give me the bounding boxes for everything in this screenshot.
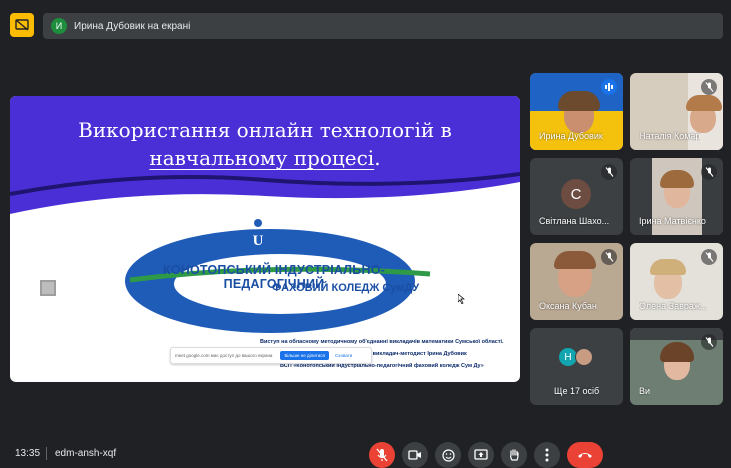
participant-avatar-photo (575, 348, 593, 366)
slide-footer-line1: Виступ на обласному методичному об'єднан… (260, 339, 504, 345)
mic-muted-indicator (701, 79, 717, 95)
mic-off-icon (705, 82, 713, 92)
participant-tile[interactable]: Оксана Кубан (530, 243, 623, 320)
stop-presenting-button[interactable] (10, 13, 34, 37)
self-view-tile[interactable]: Ви (630, 328, 723, 405)
audio-level-icon (605, 83, 613, 91)
presenting-banner: И Ирина Дубовик на екрані (43, 13, 723, 39)
slide-placeholder-square (40, 280, 56, 296)
participant-name: Оксана Кубан (539, 301, 597, 311)
participant-name: Ще 17 осіб (554, 386, 600, 396)
participant-tile[interactable]: Олена Завраж... (630, 243, 723, 320)
hide-notice-link[interactable]: Сховати (335, 353, 352, 358)
raise-hand-icon (510, 449, 519, 461)
camera-icon (408, 450, 421, 460)
present-icon (474, 449, 488, 460)
mic-muted-indicator (701, 164, 717, 180)
reactions-button[interactable] (435, 442, 461, 468)
mic-muted-indicator (601, 249, 617, 265)
presenter-avatar: И (51, 18, 67, 34)
more-icon (545, 448, 549, 462)
camera-toggle-button[interactable] (402, 442, 428, 468)
share-notice-text: meet.google.com має доступ до вашого екр… (175, 353, 273, 358)
participant-name: Ірина Матвієнко (639, 216, 706, 226)
participant-tile[interactable]: Наталія Комар (630, 73, 723, 150)
presenting-label: Ирина Дубовик на екрані (74, 20, 191, 32)
participant-name: Олена Завраж... (639, 301, 708, 311)
svg-text:U: U (253, 233, 264, 249)
participant-tile[interactable]: Ірина Матвієнко (630, 158, 723, 235)
emoji-icon (441, 448, 455, 462)
more-participants-tile[interactable]: Н Ще 17 осіб (530, 328, 623, 405)
mic-muted-indicator (601, 164, 617, 180)
end-call-icon (578, 453, 592, 458)
participant-name: Ирина Дубовик (539, 131, 603, 141)
raise-hand-button[interactable] (501, 442, 527, 468)
mic-off-icon (705, 167, 713, 177)
mic-muted-indicator (701, 249, 717, 265)
present-button[interactable] (468, 442, 494, 468)
participant-name: Ви (639, 386, 651, 396)
mic-off-icon (705, 337, 713, 347)
participant-tile[interactable]: Ирина Дубовик (530, 73, 623, 150)
mic-off-icon (605, 252, 613, 262)
participant-tile[interactable]: С Світлана Шахо... (530, 158, 623, 235)
screen-share-notice: meet.google.com має доступ до вашого екр… (170, 347, 372, 364)
speaking-indicator (601, 79, 617, 95)
more-options-button[interactable] (534, 442, 560, 468)
stop-sharing-button[interactable]: Більше не ділитися (280, 351, 329, 360)
clock: 13:35 (15, 448, 41, 459)
participant-name: Наталія Комар (639, 131, 701, 141)
present-off-icon (15, 19, 29, 31)
participant-avatar: С (561, 179, 591, 209)
mouse-cursor-icon (458, 294, 465, 304)
shared-screen: Використання онлайн технологій в навчаль… (10, 96, 520, 382)
mic-muted-indicator (701, 334, 717, 350)
mic-off-icon (705, 252, 713, 262)
meeting-code[interactable]: edm-ansh-xqf (55, 448, 116, 459)
divider (46, 447, 47, 460)
participant-name: Світлана Шахо... (539, 216, 610, 226)
mic-toggle-button[interactable] (369, 442, 395, 468)
college-name-line2: ФАХОВИЙ КОЛЕДЖ СумДУ (272, 282, 420, 294)
mic-off-icon (376, 448, 388, 462)
mic-off-icon (605, 167, 613, 177)
leave-call-button[interactable] (567, 442, 603, 468)
